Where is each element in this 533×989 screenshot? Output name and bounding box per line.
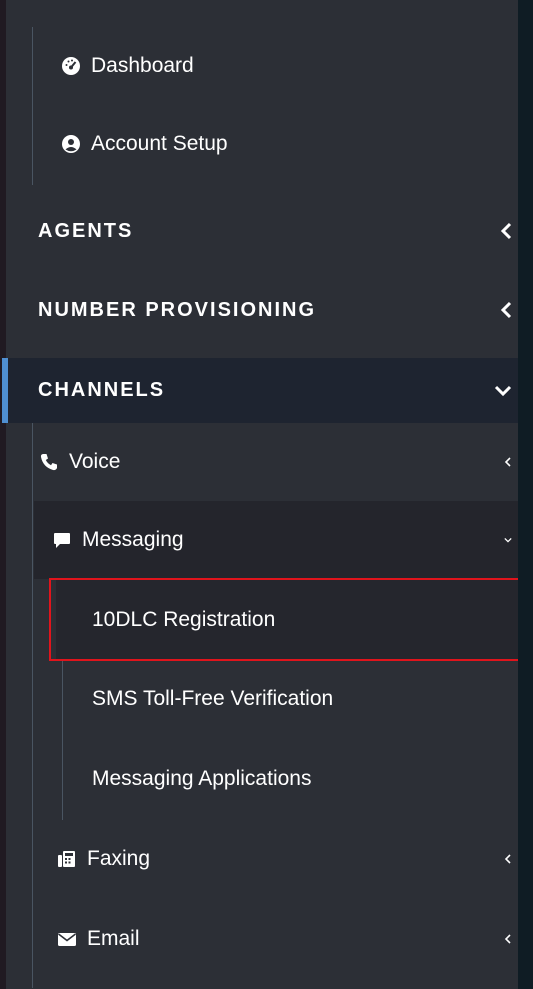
section-label: CHANNELS: [38, 379, 166, 401]
sidebar-item-label: Voice: [69, 450, 121, 473]
fax-icon: [56, 848, 78, 870]
sidebar-item-faxing[interactable]: Faxing: [6, 820, 518, 898]
chevron-down-icon: [504, 535, 512, 545]
sidebar-item-messaging-applications[interactable]: Messaging Applications: [56, 740, 518, 818]
dashboard-icon: [60, 55, 82, 77]
section-number-provisioning[interactable]: NUMBER PROVISIONING: [6, 287, 518, 333]
envelope-icon: [56, 928, 78, 950]
sidebar-item-label: Messaging: [82, 528, 184, 551]
chevron-left-icon: [500, 222, 512, 240]
chevron-down-icon: [494, 385, 512, 397]
chat-icon: [51, 529, 73, 551]
chevron-left-icon: [504, 934, 512, 944]
chevron-left-icon: [500, 301, 512, 319]
phone-icon: [38, 451, 60, 473]
sidebar-item-messaging[interactable]: Messaging: [34, 501, 518, 579]
chevron-left-icon: [504, 854, 512, 864]
chevron-left-icon: [504, 457, 512, 467]
sidebar-item-label: Messaging Applications: [92, 767, 312, 790]
selection-highlight: [49, 578, 529, 661]
sidebar-item-account-setup[interactable]: Account Setup: [6, 122, 518, 166]
section-label: AGENTS: [38, 219, 134, 242]
sidebar-item-dashboard[interactable]: Dashboard: [6, 44, 518, 88]
sidebar-nav: Dashboard Account Setup AGENTS NUMBER PR…: [6, 0, 518, 989]
section-label: NUMBER PROVISIONING: [38, 298, 317, 321]
sidebar-item-email[interactable]: Email: [6, 900, 518, 978]
section-channels[interactable]: CHANNELS: [6, 358, 518, 423]
sidebar-item-label: Email: [87, 927, 140, 950]
sidebar-item-sms-toll-free-verification[interactable]: SMS Toll-Free Verification: [56, 660, 518, 738]
sidebar-item-label: Account Setup: [91, 132, 228, 155]
sidebar-item-label: Dashboard: [91, 54, 194, 77]
active-section-indicator: [2, 358, 8, 423]
user-circle-icon: [60, 133, 82, 155]
sidebar-item-label: Faxing: [87, 847, 151, 870]
app-stage: Dashboard Account Setup AGENTS NUMBER PR…: [0, 0, 533, 989]
section-agents[interactable]: AGENTS: [6, 208, 518, 254]
sidebar-item-voice[interactable]: Voice: [6, 424, 518, 500]
content-edge: [518, 0, 533, 989]
sidebar-item-label: SMS Toll-Free Verification: [92, 687, 334, 710]
